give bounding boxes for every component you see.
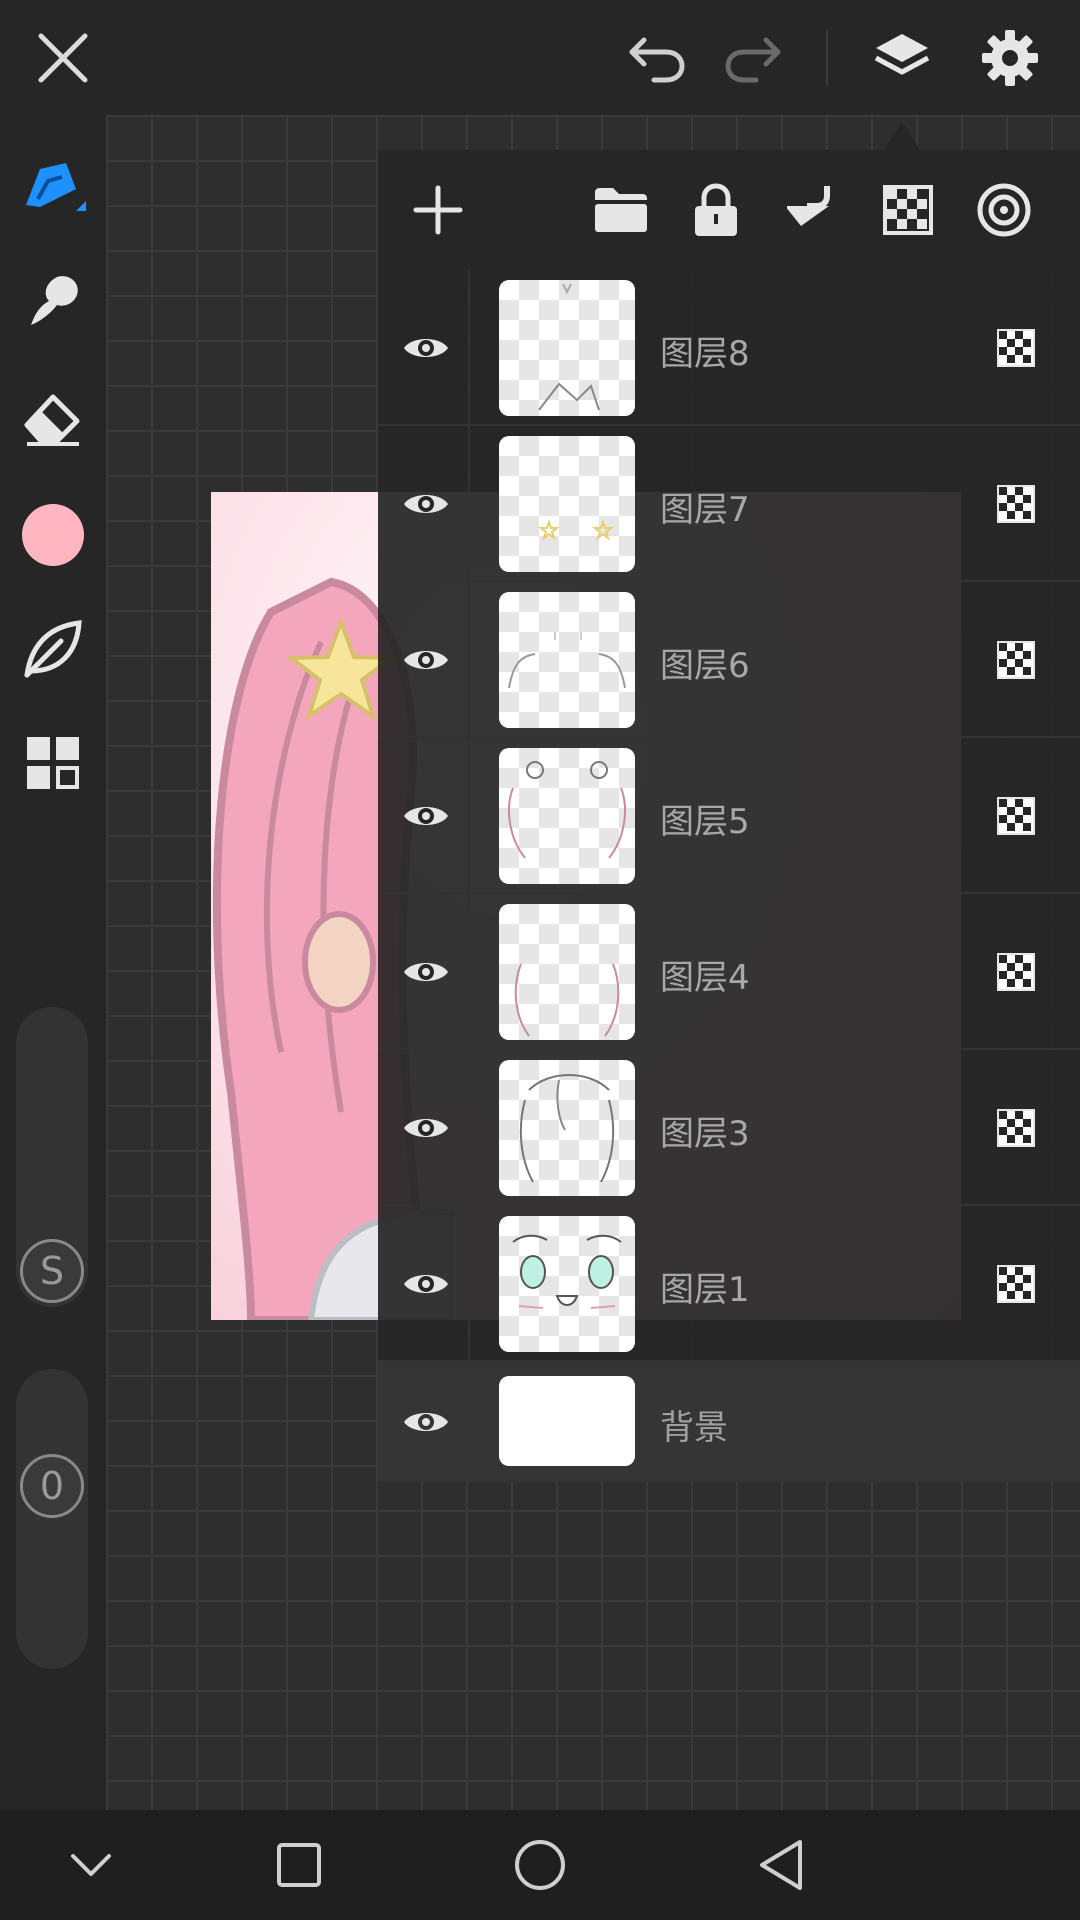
smudge-tool[interactable] <box>17 265 89 337</box>
toolbar-divider <box>826 30 828 86</box>
leaf-icon <box>24 620 82 678</box>
alpha-lock-icon[interactable] <box>986 474 1046 534</box>
app-root: S 0 图层8 图层7 图层6 图层5 图层4 图层3 图层1 背景 <box>0 0 1080 1920</box>
layer-thumbnail <box>499 904 635 1040</box>
layer-list: 图层8 图层7 图层6 图层5 图层4 图层3 图层1 背景 <box>378 270 1080 1482</box>
system-nav-bar <box>0 1810 1080 1920</box>
opacity-knob[interactable]: 0 <box>20 1454 84 1518</box>
layer-row[interactable]: 图层8 <box>378 270 1080 426</box>
brush-size-label: S <box>39 1249 65 1293</box>
alpha-lock-icon[interactable] <box>986 1098 1046 1158</box>
eraser-tool[interactable] <box>17 383 89 455</box>
layer-row[interactable]: 图层7 <box>378 426 1080 582</box>
row-divider <box>468 1206 470 1362</box>
color-swatch <box>22 504 84 566</box>
row-divider <box>468 738 470 894</box>
eye-icon[interactable] <box>390 1092 462 1164</box>
opacity-slider[interactable] <box>16 1369 88 1669</box>
row-divider <box>468 426 470 582</box>
clipping-icon[interactable] <box>968 174 1040 246</box>
eye-icon[interactable] <box>390 936 462 1008</box>
row-divider <box>468 894 470 1050</box>
layer-thumbnail <box>499 280 635 416</box>
layers-icon[interactable] <box>866 22 938 94</box>
folder-icon[interactable] <box>585 174 657 246</box>
row-divider <box>468 582 470 738</box>
grid-tool[interactable] <box>17 727 89 799</box>
alpha-lock-icon[interactable] <box>986 630 1046 690</box>
background-layer-row[interactable]: 背景 <box>378 1362 1080 1482</box>
alpha-lock-icon[interactable] <box>872 174 944 246</box>
alpha-lock-icon[interactable] <box>986 318 1046 378</box>
alpha-lock-icon[interactable] <box>986 1254 1046 1314</box>
layer-row[interactable]: 图层1 <box>378 1206 1080 1362</box>
layer-thumbnail <box>499 1376 635 1466</box>
close-icon[interactable] <box>27 22 99 94</box>
layer-panel: 图层8 图层7 图层6 图层5 图层4 图层3 图层1 背景 <box>378 150 1080 1482</box>
layer-thumbnail <box>499 436 635 572</box>
undo-icon[interactable] <box>620 22 692 94</box>
left-toolbar: S 0 <box>0 115 106 1810</box>
layer-panel-toolbar <box>378 150 1080 270</box>
alpha-lock-icon[interactable] <box>986 942 1046 1002</box>
opacity-label: 0 <box>39 1464 65 1508</box>
layer-row[interactable]: 图层5 <box>378 738 1080 894</box>
eye-icon[interactable] <box>390 780 462 852</box>
eye-icon[interactable] <box>390 468 462 540</box>
layer-name: 背景 <box>660 1408 728 1448</box>
settings-icon[interactable] <box>974 22 1046 94</box>
eye-icon[interactable] <box>390 624 462 696</box>
home-icon[interactable] <box>503 1828 577 1902</box>
layer-name: 图层8 <box>660 334 750 374</box>
row-divider <box>468 1050 470 1206</box>
pen-tool[interactable] <box>17 154 89 226</box>
layer-thumbnail <box>499 1060 635 1196</box>
alpha-lock-icon[interactable] <box>986 786 1046 846</box>
leaf-tool[interactable] <box>17 613 89 685</box>
layer-name: 图层5 <box>660 802 750 842</box>
panel-caret <box>884 122 920 150</box>
smudge-icon <box>31 276 78 325</box>
color-picker[interactable] <box>17 499 89 571</box>
layer-thumbnail <box>499 592 635 728</box>
brush-size-knob[interactable]: S <box>20 1239 84 1303</box>
layer-name: 图层6 <box>660 646 750 686</box>
layer-row[interactable]: 图层3 <box>378 1050 1080 1206</box>
grid-icon <box>27 737 79 789</box>
layer-name: 图层4 <box>660 958 750 998</box>
layer-row[interactable]: 图层4 <box>378 894 1080 1050</box>
pen-icon <box>26 163 86 211</box>
top-bar <box>0 0 1080 115</box>
layer-row[interactable]: 图层6 <box>378 582 1080 738</box>
eye-icon[interactable] <box>390 1386 462 1458</box>
eye-icon[interactable] <box>390 312 462 384</box>
chevron-down-icon[interactable] <box>54 1828 128 1902</box>
eye-icon[interactable] <box>390 1248 462 1320</box>
eraser-icon <box>24 394 80 446</box>
layer-name: 图层1 <box>660 1270 750 1310</box>
layer-name: 图层3 <box>660 1114 750 1154</box>
merge-down-icon[interactable] <box>776 174 848 246</box>
back-icon[interactable] <box>744 1828 818 1902</box>
row-divider <box>468 270 470 426</box>
lock-icon[interactable] <box>680 174 752 246</box>
add-layer-icon[interactable] <box>402 174 474 246</box>
layer-thumbnail <box>499 1216 635 1352</box>
layer-name: 图层7 <box>660 490 750 530</box>
layer-thumbnail <box>499 748 635 884</box>
redo-icon[interactable] <box>718 22 790 94</box>
recent-apps-icon[interactable] <box>262 1828 336 1902</box>
